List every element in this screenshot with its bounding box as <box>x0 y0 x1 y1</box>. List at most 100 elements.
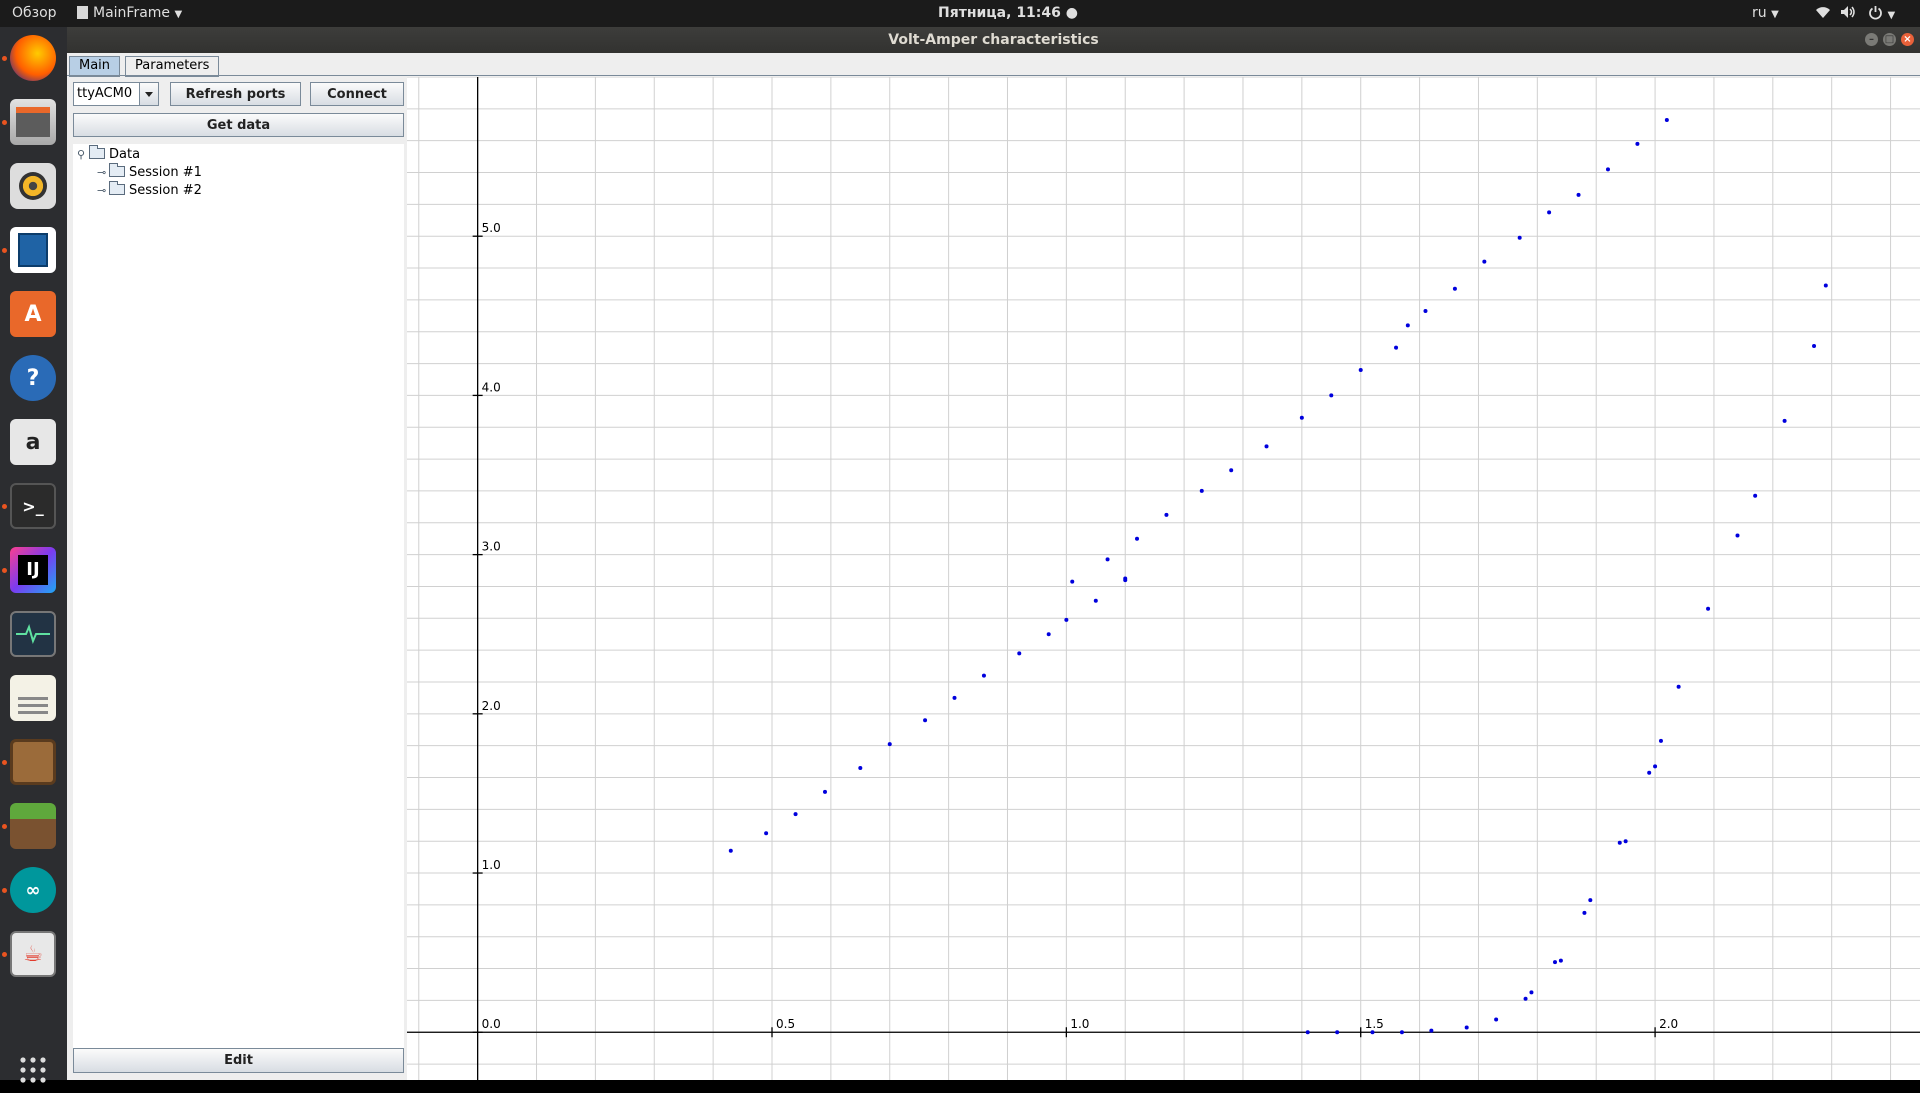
data-point <box>1558 958 1563 963</box>
running-indicator <box>2 568 7 573</box>
data-point <box>1812 344 1817 349</box>
data-point <box>1547 210 1552 215</box>
java-icon[interactable]: ☕ <box>10 931 56 977</box>
data-point <box>887 742 892 747</box>
amazon-icon[interactable]: a <box>10 419 56 465</box>
tree-node-session-2[interactable]: ⊸ Session #2 <box>97 181 202 200</box>
tab-parameters[interactable]: Parameters <box>125 56 220 77</box>
data-point <box>1582 910 1587 915</box>
data-point <box>822 789 827 794</box>
tree-collapsed-icon[interactable]: ⊸ <box>97 164 109 182</box>
window-title: Volt-Amper characteristics <box>888 32 1099 48</box>
software-center-icon[interactable]: A <box>10 291 56 337</box>
data-point <box>1299 415 1304 420</box>
files-icon[interactable] <box>10 99 56 145</box>
data-point <box>1588 898 1593 903</box>
data-point <box>1623 839 1628 844</box>
language-indicator[interactable]: ru ▼ <box>1752 5 1779 21</box>
tree-node-data[interactable]: ⚲ Data <box>77 145 140 164</box>
data-point <box>1576 192 1581 197</box>
data-point <box>764 831 769 836</box>
app-menu-label: MainFrame <box>93 5 171 21</box>
clock[interactable]: Пятница, 11:46 ● <box>938 5 1078 21</box>
chevron-down-icon: ▼ <box>1887 10 1896 21</box>
data-point <box>1046 632 1051 637</box>
power-icon[interactable]: ▼ <box>1868 5 1895 24</box>
text-editor-icon[interactable] <box>10 675 56 721</box>
arduino-icon[interactable]: ∞ <box>10 867 56 913</box>
system-monitor-icon[interactable] <box>10 611 56 657</box>
connect-button[interactable]: Connect <box>310 82 404 106</box>
chevron-down-icon: ▼ <box>174 9 183 20</box>
minimize-button[interactable]: – <box>1865 33 1878 46</box>
tree-node-session-1[interactable]: ⊸ Session #1 <box>97 163 202 182</box>
running-indicator <box>2 120 7 125</box>
data-point <box>981 673 986 678</box>
minecraft-icon[interactable] <box>10 803 56 849</box>
running-indicator <box>2 888 7 893</box>
app-grid-icon[interactable] <box>10 1047 56 1093</box>
data-point <box>952 695 957 700</box>
folder-icon <box>109 181 125 195</box>
data-point <box>1517 235 1522 240</box>
data-point <box>1753 493 1758 498</box>
data-point <box>1394 345 1399 350</box>
edit-button[interactable]: Edit <box>73 1048 404 1073</box>
data-point <box>1706 606 1711 611</box>
data-point <box>1070 579 1075 584</box>
maximize-button[interactable]: □ <box>1883 33 1896 46</box>
app-menu[interactable]: MainFrame ▼ <box>77 5 182 21</box>
data-point <box>1335 1030 1340 1035</box>
data-point <box>1735 533 1740 538</box>
running-indicator <box>2 248 7 253</box>
x-tick-label: 0.5 <box>776 1017 795 1031</box>
crafting-table-icon[interactable] <box>10 739 56 785</box>
data-point <box>1552 960 1557 965</box>
data-point <box>858 765 863 770</box>
volt-ampere-chart[interactable]: 0.5 1.0 1.5 2.0 0.0 1.0 2.0 3.0 4.0 5.0 <box>407 76 1920 1080</box>
data-point <box>1105 557 1110 562</box>
port-select[interactable]: ttyACM0 <box>73 82 159 106</box>
help-icon[interactable]: ? <box>10 355 56 401</box>
data-point <box>1647 770 1652 775</box>
chevron-down-icon[interactable] <box>139 83 158 105</box>
writer-icon[interactable] <box>10 227 56 273</box>
x-tick-label: 2.0 <box>1659 1017 1678 1031</box>
data-point <box>1135 536 1140 541</box>
tab-main[interactable]: Main <box>69 56 121 77</box>
get-data-button[interactable]: Get data <box>73 113 404 137</box>
data-point <box>1305 1030 1310 1035</box>
data-point <box>1482 259 1487 264</box>
data-point <box>1399 1030 1404 1035</box>
data-point <box>1653 764 1658 769</box>
intellij-icon[interactable]: IJ <box>10 547 56 593</box>
chart-canvas[interactable]: 0.5 1.0 1.5 2.0 0.0 1.0 2.0 3.0 4.0 5.0 <box>407 76 1920 1080</box>
running-indicator <box>2 824 7 829</box>
running-indicator <box>2 760 7 765</box>
refresh-ports-button[interactable]: Refresh ports <box>170 82 301 106</box>
firefox-icon[interactable] <box>10 35 56 81</box>
tree-expanded-icon[interactable]: ⚲ <box>77 146 89 164</box>
data-point <box>1370 1030 1375 1035</box>
data-point <box>1358 367 1363 372</box>
running-indicator <box>2 56 7 61</box>
terminal-icon[interactable]: >_ <box>10 483 56 529</box>
data-point <box>1605 167 1610 172</box>
data-point <box>1658 738 1663 743</box>
window-titlebar[interactable]: Volt-Amper characteristics – □ × <box>67 27 1920 53</box>
volume-icon[interactable] <box>1840 5 1856 23</box>
activities-button[interactable]: Обзор <box>12 5 57 21</box>
data-point <box>1064 617 1069 622</box>
data-point <box>728 848 733 853</box>
data-point <box>1635 141 1640 146</box>
rhythmbox-icon[interactable] <box>10 163 56 209</box>
tree-collapsed-icon[interactable]: ⊸ <box>97 182 109 200</box>
data-point <box>1405 323 1410 328</box>
data-point <box>1782 418 1787 423</box>
wifi-icon[interactable] <box>1815 5 1831 23</box>
y-tick-label: 1.0 <box>482 858 501 872</box>
close-button[interactable]: × <box>1901 33 1914 46</box>
y-tick-label: 4.0 <box>482 380 501 394</box>
data-point <box>1199 488 1204 493</box>
data-point <box>1229 468 1234 473</box>
